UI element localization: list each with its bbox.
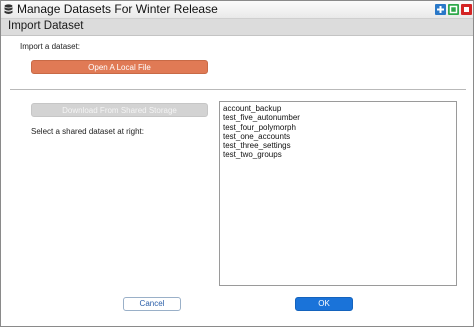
list-item[interactable]: test_four_polymorph xyxy=(220,123,456,132)
title-bar[interactable]: Manage Datasets For Winter Release xyxy=(1,1,473,19)
square-icon[interactable] xyxy=(448,4,459,15)
ok-button[interactable]: OK xyxy=(295,297,353,311)
list-item[interactable]: account_backup xyxy=(220,104,456,113)
cancel-button[interactable]: Cancel xyxy=(123,297,181,311)
section-header: Import Dataset xyxy=(1,19,473,36)
divider xyxy=(10,89,466,90)
section-title: Import Dataset xyxy=(8,20,84,32)
download-shared-storage-button[interactable]: Download From Shared Storage xyxy=(31,103,208,117)
list-item[interactable]: test_five_autonumber xyxy=(220,113,456,122)
shared-dataset-hint: Select a shared dataset at right: xyxy=(31,127,144,136)
plus-icon[interactable] xyxy=(435,4,446,15)
window-title: Manage Datasets For Winter Release xyxy=(17,2,218,16)
shared-dataset-list[interactable]: account_backup test_five_autonumber test… xyxy=(219,101,457,286)
list-item[interactable]: test_three_settings xyxy=(220,141,456,150)
list-item[interactable]: test_one_accounts xyxy=(220,132,456,141)
import-label: Import a dataset: xyxy=(20,42,81,51)
dialog-window: Manage Datasets For Winter Release Impor… xyxy=(0,0,474,327)
close-icon[interactable] xyxy=(461,4,472,15)
list-item[interactable]: test_two_groups xyxy=(220,150,456,159)
open-local-file-button[interactable]: Open A Local File xyxy=(31,60,208,74)
database-icon xyxy=(4,3,13,15)
